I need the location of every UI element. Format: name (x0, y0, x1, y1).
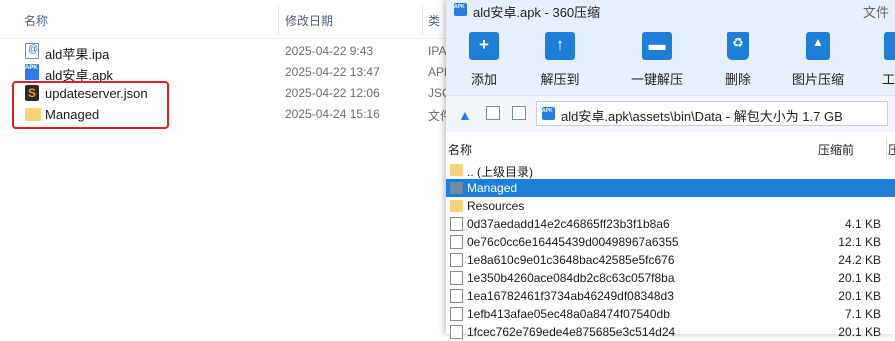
archive-column-header: 名称 压缩前 压 (446, 137, 895, 159)
extract-to-button[interactable]: ↑ 解压到 (524, 32, 596, 92)
file-date: 2025-04-22 12:06 (285, 86, 380, 100)
view-toggle-icon[interactable] (486, 106, 500, 120)
column-type[interactable]: 类 (428, 12, 440, 29)
item-name: 1e8a610c9e01c3648bac42585e5fc676 (467, 253, 675, 267)
item-name: 1efb413afae05ec48a0a8474f07540db (467, 307, 670, 321)
file-type: IPA (428, 44, 447, 58)
zip-archive-window: ald安卓.apk - 360压缩 文件 + 添加 ↑ 解压到 ▬ 一键解压 ♻… (446, 0, 895, 339)
file-icon (450, 307, 463, 321)
apk-file-icon (25, 64, 39, 80)
button-label: 工 (882, 72, 895, 87)
up-arrow-icon[interactable]: ▲ (458, 107, 472, 123)
file-icon (450, 271, 463, 285)
item-size: 12.1 KB (838, 235, 881, 249)
list-item-parent-dir[interactable]: .. (上级目录) (446, 161, 895, 179)
ipa-file-icon (25, 43, 39, 59)
image-compress-icon: ▲ (806, 32, 830, 60)
list-item-managed[interactable]: Managed (446, 179, 895, 197)
file-icon (450, 325, 463, 339)
extract-to-icon: ↑ (545, 32, 575, 60)
current-path: ald安卓.apk\assets\bin\Data - 解包大小为 1.7 GB (561, 109, 843, 124)
file-icon (450, 253, 463, 267)
delete-button[interactable]: ♻ 删除 (702, 32, 774, 92)
one-click-extract-icon: ▬ (642, 32, 672, 60)
toolbar: + 添加 ↑ 解压到 ▬ 一键解压 ♻ 删除 ▲ 图片压缩 工 (446, 20, 895, 95)
list-item[interactable]: 0e76c0cc6e16445439d00498967a6355 12.1 KB (446, 233, 895, 251)
window-title: ald安卓.apk - 360压缩 (473, 5, 601, 20)
column-original-size[interactable]: 压缩前 (818, 141, 854, 158)
item-name: 0d37aedadd14e2c46865ff23b3f1b8a6 (467, 217, 670, 231)
list-item-resources[interactable]: Resources (446, 197, 895, 215)
item-size: 20.1 KB (838, 271, 881, 285)
file-row-ipa[interactable]: ald苹果.ipa 2025-04-22 9:43 IPA (0, 41, 460, 62)
item-name: 1ea16782461f3734ab46249df08348d3 (467, 289, 674, 303)
column-compressed-size[interactable]: 压 (888, 141, 895, 158)
list-item[interactable]: 1fcec762e769ede4e875685e3c514d24 20.1 KB (446, 323, 895, 341)
folder-icon (450, 182, 463, 194)
item-size: 20.1 KB (838, 325, 881, 339)
item-name: Resources (467, 199, 525, 213)
button-label: 一键解压 (630, 72, 683, 87)
item-size: 24.2 KB (838, 253, 881, 267)
column-divider[interactable] (422, 4, 423, 36)
address-bar: ▲ ald安卓.apk\assets\bin\Data - 解包大小为 1.7 … (446, 95, 895, 132)
item-size: 4.1 KB (844, 217, 881, 231)
delete-icon: ♻ (727, 32, 749, 60)
explorer-column-header: 名称 修改日期 类 (0, 0, 460, 39)
file-icon (450, 217, 463, 231)
item-name: .. (上级目录) (467, 165, 533, 179)
highlight-annotation-box (12, 81, 169, 129)
list-item[interactable]: 1efb413afae05ec48a0a8474f07540db 7.1 KB (446, 305, 895, 323)
item-name: 1e350b4260ace084db2c8c63c057f8ba (467, 271, 675, 285)
apk-archive-icon (454, 3, 467, 16)
list-item[interactable]: 1ea16782461f3734ab46249df08348d3 20.1 KB (446, 287, 895, 305)
item-size: 7.1 KB (844, 307, 881, 321)
file-name: ald苹果.ipa (45, 47, 110, 62)
item-name: 0e76c0cc6e16445439d00498967a6355 (467, 235, 679, 249)
tools-icon (884, 32, 895, 60)
column-divider[interactable] (278, 4, 279, 36)
apk-archive-icon (542, 107, 555, 120)
list-item[interactable]: 1e8a610c9e01c3648bac42585e5fc676 24.2 KB (446, 251, 895, 269)
item-name: 1fcec762e769ede4e875685e3c514d24 (467, 325, 676, 339)
column-name[interactable]: 名称 (24, 12, 48, 29)
tools-button[interactable]: 工 (858, 32, 895, 92)
button-label: 图片压缩 (791, 72, 844, 87)
add-icon: + (469, 32, 499, 60)
item-size: 20.1 KB (838, 289, 881, 303)
file-date: 2025-04-22 9:43 (285, 44, 374, 58)
list-item[interactable]: 0d37aedadd14e2c46865ff23b3f1b8a6 4.1 KB (446, 215, 895, 233)
file-icon (450, 235, 463, 249)
list-item[interactable]: 1e350b4260ace084db2c8c63c057f8ba 20.1 KB (446, 269, 895, 287)
file-explorer: 名称 修改日期 类 ald苹果.ipa 2025-04-22 9:43 IPA … (0, 0, 460, 334)
menu-file[interactable]: 文件 (863, 2, 889, 21)
file-row-apk[interactable]: ald安卓.apk 2025-04-22 13:47 APK (0, 62, 460, 83)
path-field[interactable]: ald安卓.apk\assets\bin\Data - 解包大小为 1.7 GB (536, 101, 888, 126)
image-compress-button[interactable]: ▲ 图片压缩 (782, 32, 854, 92)
folder-icon (450, 200, 463, 212)
file-date: 2025-04-24 15:16 (285, 107, 380, 121)
item-name: Managed (467, 181, 518, 195)
view-toggle-icon[interactable] (512, 106, 526, 120)
file-icon (450, 289, 463, 303)
add-button[interactable]: + 添加 (448, 32, 520, 92)
column-divider[interactable] (886, 139, 887, 157)
button-label: 添加 (470, 72, 497, 87)
title-bar[interactable]: ald安卓.apk - 360压缩 文件 (446, 0, 895, 20)
button-label: 解压到 (540, 72, 580, 87)
one-click-extract-button[interactable]: ▬ 一键解压 (621, 32, 693, 92)
column-name[interactable]: 名称 (448, 141, 472, 158)
folder-icon (450, 164, 463, 176)
button-label: 删除 (724, 72, 751, 87)
column-modified-date[interactable]: 修改日期 (285, 12, 333, 29)
file-date: 2025-04-22 13:47 (285, 65, 380, 79)
